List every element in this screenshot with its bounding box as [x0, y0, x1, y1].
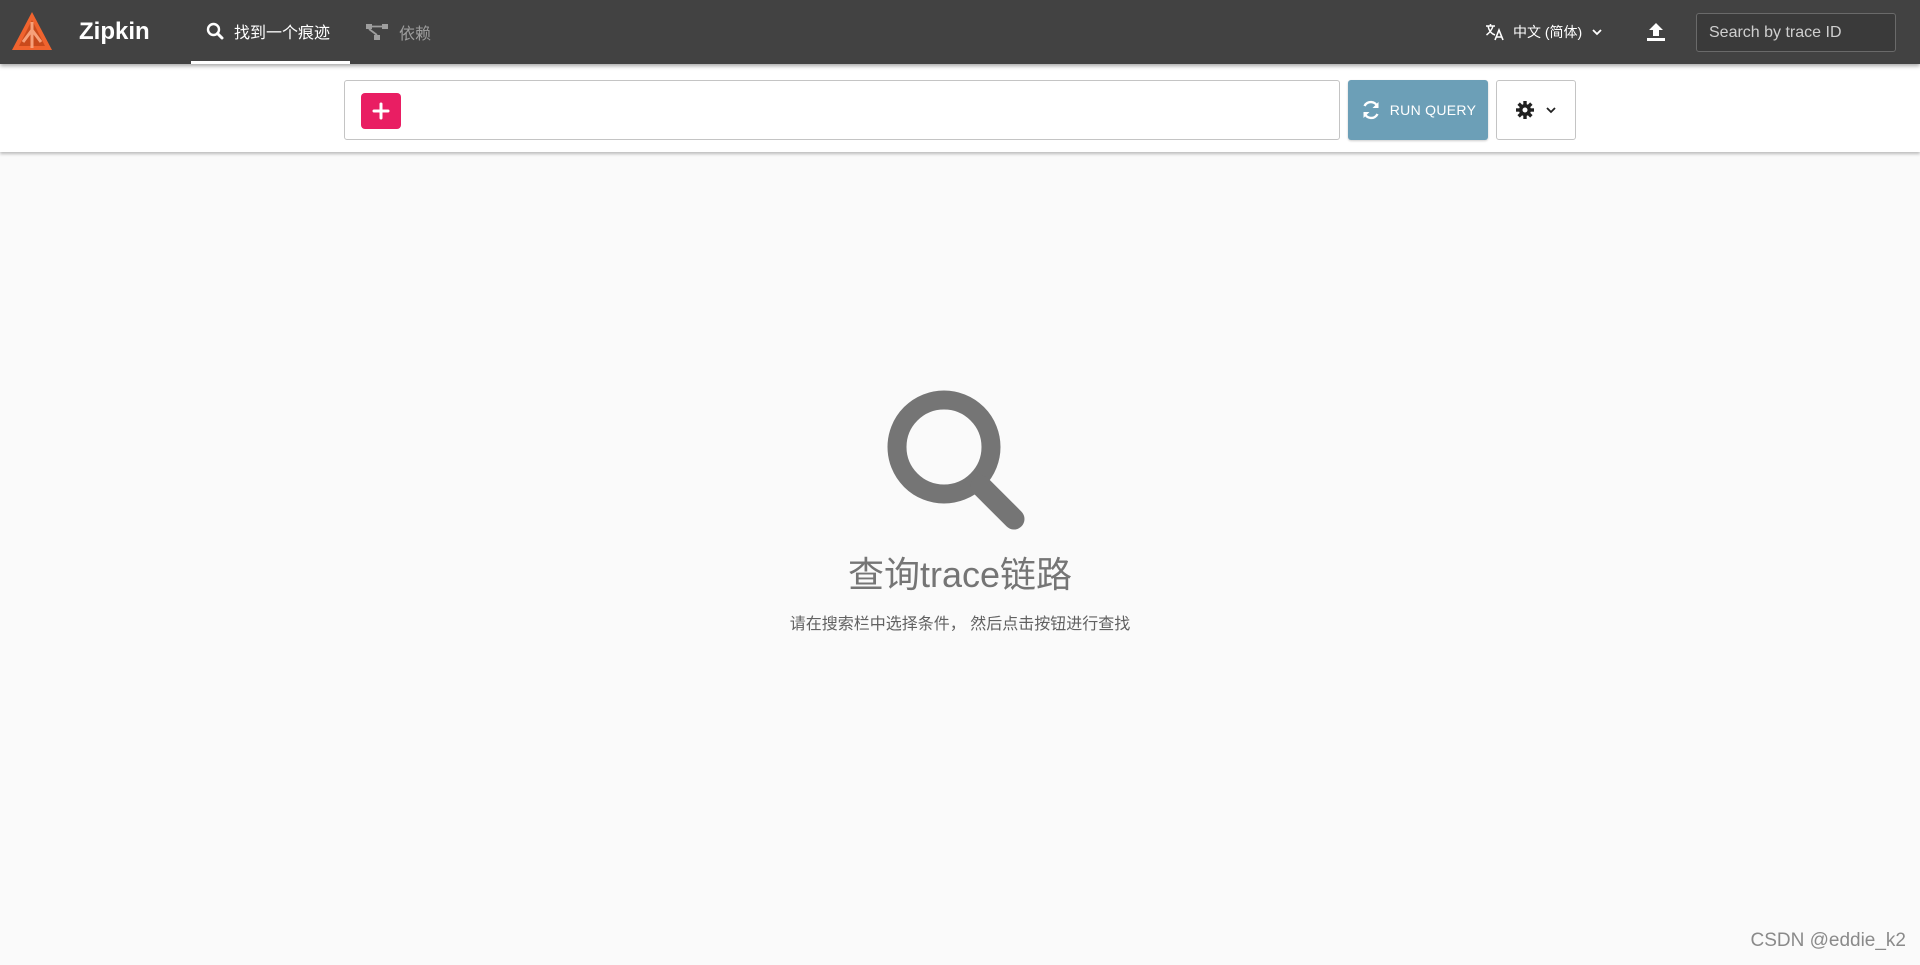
upload-button[interactable]: [1642, 18, 1670, 46]
translate-icon: [1486, 24, 1504, 41]
brand-name[interactable]: Zipkin: [79, 17, 150, 47]
plus-icon: [372, 102, 390, 120]
magnifier-icon: [887, 390, 1025, 530]
chevron-down-icon: [1546, 107, 1556, 114]
tab-find-trace[interactable]: 找到一个痕迹: [191, 0, 350, 64]
upload-icon: [1647, 23, 1665, 41]
search-icon: [206, 22, 224, 39]
language-select[interactable]: 中文 (简体): [1485, 20, 1604, 44]
tab-find-trace-label: 找到一个痕迹: [234, 24, 331, 42]
language-select-value: 中文 (简体): [1513, 24, 1583, 40]
gear-icon: [1516, 101, 1534, 119]
zipkin-logo-icon[interactable]: [10, 10, 54, 54]
refresh-icon: [1363, 100, 1379, 120]
run-query-label: RUN QUERY: [1389, 102, 1477, 118]
dependency-graph-icon: [366, 24, 388, 40]
settings-menu-button[interactable]: [1496, 80, 1576, 140]
tab-dependencies-label: 依赖: [399, 26, 432, 43]
watermark: CSDN @eddie_k2: [1750, 930, 1906, 951]
empty-state: 查询trace链路 请在搜索栏中选择条件， 然后点击按钮进行查找: [0, 152, 1920, 965]
add-criteria-button[interactable]: [361, 93, 401, 129]
tab-dependencies[interactable]: 依赖: [365, 0, 431, 64]
query-criteria-box[interactable]: [344, 80, 1340, 140]
chevron-down-icon: [1592, 29, 1602, 36]
app-bar: Zipkin 找到一个痕迹 依赖 中文 (简体): [0, 0, 1920, 64]
trace-id-search-input[interactable]: [1696, 13, 1896, 52]
empty-state-title: 查询trace链路: [847, 554, 1073, 595]
query-toolbar: RUN QUERY: [0, 64, 1920, 152]
run-query-button[interactable]: RUN QUERY: [1348, 80, 1488, 140]
empty-state-subtitle: 请在搜索栏中选择条件， 然后点击按钮进行查找: [789, 616, 1131, 633]
